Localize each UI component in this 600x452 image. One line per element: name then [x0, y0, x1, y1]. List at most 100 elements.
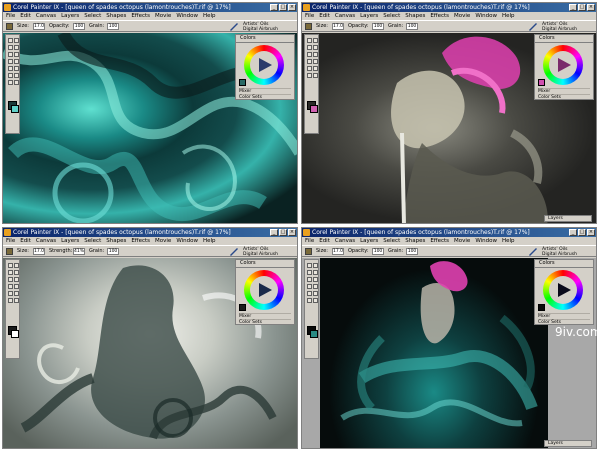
menu-file[interactable]: File — [305, 12, 314, 20]
menu-edit[interactable]: Edit — [20, 237, 31, 245]
menu-window[interactable]: Window — [475, 12, 497, 20]
zoom-tool-icon[interactable] — [313, 298, 318, 303]
brush-selector-icon[interactable] — [229, 247, 239, 256]
menu-help[interactable]: Help — [502, 237, 515, 245]
grain-field[interactable]: 100 — [406, 23, 418, 30]
menu-movie[interactable]: Movie — [155, 12, 171, 20]
menu-shapes[interactable]: Shapes — [106, 12, 126, 20]
select-tool-icon[interactable] — [313, 52, 318, 57]
menu-canvas[interactable]: Canvas — [335, 12, 355, 20]
saturation-triangle[interactable] — [259, 58, 272, 72]
menu-layers[interactable]: Layers — [61, 12, 79, 20]
brush-tool-icon[interactable] — [307, 38, 312, 43]
menu-layers[interactable]: Layers — [61, 237, 79, 245]
select-tool-icon[interactable] — [14, 52, 19, 57]
maximize-button[interactable]: □ — [578, 229, 586, 236]
crop-tool-icon[interactable] — [8, 284, 13, 289]
menu-edit[interactable]: Edit — [20, 12, 31, 20]
select-tool-icon[interactable] — [313, 277, 318, 282]
shape-tool-icon[interactable] — [313, 291, 318, 296]
additional-color-swatch[interactable] — [310, 330, 318, 338]
brush-tool-icon[interactable] — [305, 248, 312, 255]
menu-shapes[interactable]: Shapes — [106, 237, 126, 245]
maximize-button[interactable]: □ — [279, 229, 287, 236]
lasso-tool-icon[interactable] — [307, 52, 312, 57]
brush-selector-icon[interactable] — [229, 22, 239, 31]
zoom-tool-icon[interactable] — [14, 73, 19, 78]
grain-field[interactable]: 100 — [107, 248, 119, 255]
menu-help[interactable]: Help — [203, 237, 216, 245]
menu-shapes[interactable]: Shapes — [405, 237, 425, 245]
zoom-tool-icon[interactable] — [313, 73, 318, 78]
move-tool-icon[interactable] — [14, 59, 19, 64]
hand-tool-icon[interactable] — [8, 80, 13, 85]
minimize-button[interactable]: _ — [569, 229, 577, 236]
fill-tool-icon[interactable] — [14, 45, 19, 50]
brush-tool-icon[interactable] — [6, 248, 13, 255]
menu-file[interactable]: File — [6, 12, 15, 20]
shape-tool-icon[interactable] — [313, 66, 318, 71]
minimize-button[interactable]: _ — [270, 4, 278, 11]
crop-tool-icon[interactable] — [8, 59, 13, 64]
crop-tool-icon[interactable] — [307, 59, 312, 64]
menu-effects[interactable]: Effects — [430, 12, 449, 20]
additional-color-swatch[interactable] — [11, 105, 19, 113]
menu-layers[interactable]: Layers — [360, 237, 378, 245]
lasso-tool-icon[interactable] — [8, 277, 13, 282]
brush-name[interactable]: Artists' Oils Digital Airbrush — [542, 22, 590, 32]
size-field[interactable]: 17.0 — [33, 248, 45, 255]
color-wheel[interactable] — [244, 45, 284, 85]
size-field[interactable]: 17.0 — [332, 23, 344, 30]
menu-select[interactable]: Select — [84, 237, 101, 245]
opacity-field[interactable]: 100 — [73, 23, 85, 30]
menu-effects[interactable]: Effects — [131, 237, 150, 245]
current-color-swatch[interactable] — [239, 79, 246, 86]
maximize-button[interactable]: □ — [578, 4, 586, 11]
dropper-tool-icon[interactable] — [8, 270, 13, 275]
menu-shapes[interactable]: Shapes — [405, 12, 425, 20]
menu-movie[interactable]: Movie — [454, 12, 470, 20]
brush-tool-icon[interactable] — [8, 38, 13, 43]
saturation-triangle[interactable] — [259, 283, 272, 297]
close-button[interactable]: × — [288, 4, 296, 11]
brush-name[interactable]: Artists' Oils Digital Airbrush — [243, 22, 291, 32]
color-wheel[interactable] — [543, 45, 583, 85]
opacity-field[interactable]: 100 — [372, 248, 384, 255]
fill-tool-icon[interactable] — [313, 270, 318, 275]
zoom-tool-icon[interactable] — [14, 298, 19, 303]
shape-tool-icon[interactable] — [14, 66, 19, 71]
additional-color-swatch[interactable] — [310, 105, 318, 113]
menu-help[interactable]: Help — [203, 12, 216, 20]
current-color-swatch[interactable] — [239, 304, 246, 311]
current-color-swatch[interactable] — [538, 304, 545, 311]
menu-effects[interactable]: Effects — [430, 237, 449, 245]
text-tool-icon[interactable] — [307, 298, 312, 303]
menu-select[interactable]: Select — [383, 12, 400, 20]
eraser-tool-icon[interactable] — [313, 38, 318, 43]
dropper-tool-icon[interactable] — [8, 45, 13, 50]
rotate-tool-icon[interactable] — [14, 80, 19, 85]
strength-field[interactable]: 41% — [73, 248, 85, 255]
menu-edit[interactable]: Edit — [319, 237, 330, 245]
move-tool-icon[interactable] — [313, 59, 318, 64]
saturation-triangle[interactable] — [558, 283, 571, 297]
brush-name[interactable]: Artists' Oils Digital Airbrush — [243, 247, 291, 257]
menu-canvas[interactable]: Canvas — [36, 237, 56, 245]
fill-tool-icon[interactable] — [313, 45, 318, 50]
color-wheel[interactable] — [244, 270, 284, 310]
menu-canvas[interactable]: Canvas — [36, 12, 56, 20]
text-tool-icon[interactable] — [307, 73, 312, 78]
pen-tool-icon[interactable] — [8, 66, 13, 71]
menu-select[interactable]: Select — [84, 12, 101, 20]
eraser-tool-icon[interactable] — [14, 38, 19, 43]
size-field[interactable]: 17.0 — [332, 248, 344, 255]
move-tool-icon[interactable] — [14, 284, 19, 289]
color-sets-row[interactable]: Color Sets — [239, 94, 291, 101]
color-wheel[interactable] — [543, 270, 583, 310]
menu-layers[interactable]: Layers — [360, 12, 378, 20]
fill-tool-icon[interactable] — [14, 270, 19, 275]
menu-help[interactable]: Help — [502, 12, 515, 20]
menu-window[interactable]: Window — [176, 237, 198, 245]
menu-file[interactable]: File — [305, 237, 314, 245]
dropper-tool-icon[interactable] — [307, 270, 312, 275]
